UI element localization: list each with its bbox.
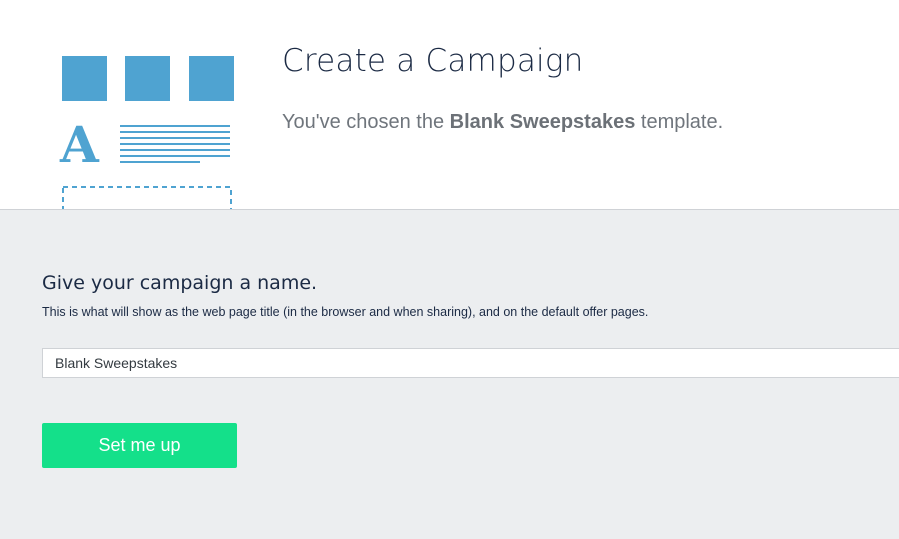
campaign-name-heading: Give your campaign a name. bbox=[42, 272, 318, 294]
subtitle-suffix: template. bbox=[640, 111, 724, 133]
page-title: Create a Campaign bbox=[282, 43, 584, 79]
campaign-name-form: Give your campaign a name. This is what … bbox=[0, 210, 899, 539]
blank-template-illustration-icon: A bbox=[59, 56, 234, 209]
campaign-name-help-text: This is what will show as the web page t… bbox=[42, 305, 649, 319]
campaign-name-input[interactable] bbox=[42, 348, 899, 378]
subtitle-prefix: You've chosen the bbox=[282, 111, 445, 133]
illustration-letter: A bbox=[59, 115, 100, 174]
set-me-up-button[interactable]: Set me up bbox=[42, 423, 237, 468]
template-header: A Create a Campaign You've chosen the Bl… bbox=[0, 0, 899, 210]
template-name: Blank Sweepstakes bbox=[449, 111, 636, 133]
template-subtitle: You've chosen the Blank Sweepstakes temp… bbox=[282, 111, 723, 134]
